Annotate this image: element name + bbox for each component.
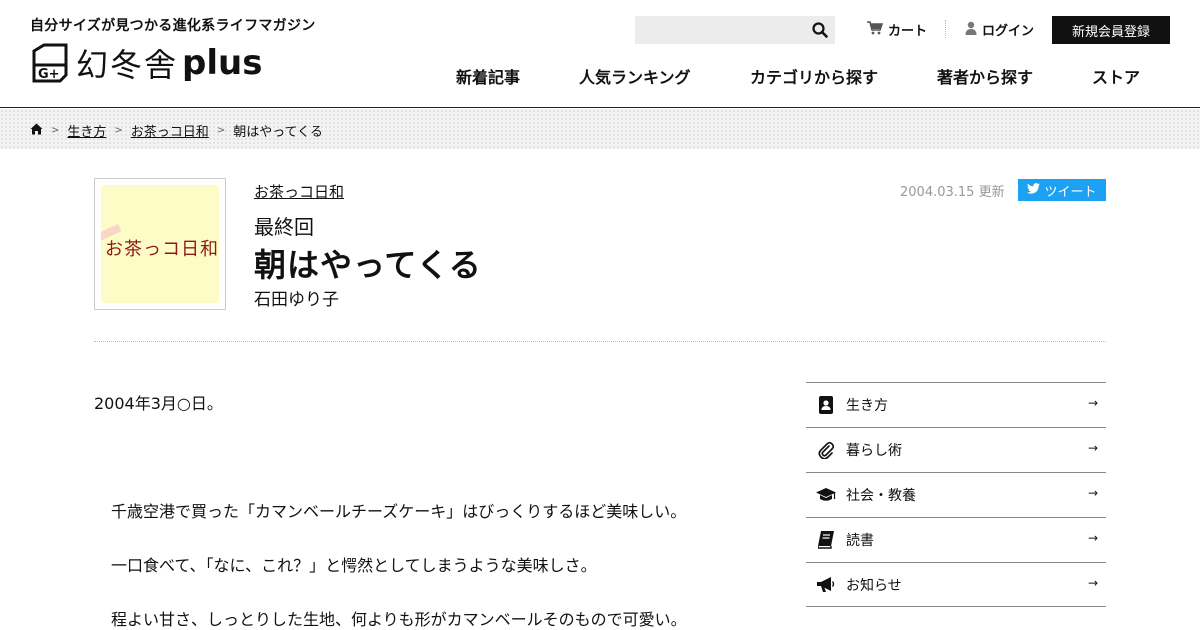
login-label: ログイン (982, 24, 1035, 39)
chevron-right-icon: > (114, 125, 123, 136)
cart-label: カート (888, 24, 928, 39)
thumbnail-image: お茶っコ日和 (101, 185, 219, 303)
graduation-cap-icon (816, 485, 836, 505)
sidebar-item-label: お知らせ (846, 577, 902, 594)
search-icon[interactable] (811, 21, 829, 39)
nav-ranking[interactable]: 人気ランキング (579, 64, 691, 88)
contact-book-icon (816, 395, 836, 415)
global-nav: 新着記事 人気ランキング カテゴリから探す 著者から探す ストア (0, 64, 1200, 88)
breadcrumb: > 生き方 > お茶っコ日和 > 朝はやってくる (30, 121, 323, 140)
nav-categories[interactable]: カテゴリから探す (750, 64, 878, 88)
nav-new-articles[interactable]: 新着記事 (456, 64, 520, 88)
util-divider (945, 20, 946, 38)
episode-label: 最終回 (254, 215, 314, 239)
search-input[interactable] (635, 16, 805, 44)
book-icon (816, 530, 836, 550)
home-icon[interactable] (30, 123, 43, 139)
sidebar-item-oshirase[interactable]: お知らせ → (806, 562, 1106, 607)
site-tagline: 自分サイズが見つかる進化系ライフマガジン (30, 18, 316, 34)
article-paragraph: 千歳空港で買った「カマンベールチーズケーキ」はびっくりするほど美味しい。 (111, 502, 687, 521)
tweet-label: ツイート (1044, 184, 1097, 200)
paperclip-icon (816, 440, 836, 460)
sidebar-item-label: 生き方 (846, 398, 888, 414)
arrow-right-icon: → (1087, 441, 1098, 455)
twitter-bird-icon (1027, 182, 1041, 198)
megaphone-icon (816, 575, 836, 595)
sidebar-item-ikikata[interactable]: 生き方 → (806, 382, 1106, 427)
series-link[interactable]: お茶っコ日和 (254, 181, 344, 202)
sidebar-item-label: 読書 (846, 533, 874, 549)
nav-authors[interactable]: 著者から探す (937, 64, 1033, 88)
updated-date: 2004.03.15 更新 (900, 185, 1005, 200)
sidebar-item-label: 暮らし術 (846, 443, 902, 459)
search-box (635, 16, 835, 44)
article-title: 朝はやってくる (254, 246, 482, 284)
site-header: 自分サイズが見つかる進化系ライフマガジン G+ 幻冬舎 plus カート ログイ… (0, 0, 1200, 108)
arrow-right-icon: → (1087, 396, 1098, 410)
user-icon (965, 21, 977, 39)
breadcrumb-current: 朝はやってくる (233, 125, 323, 140)
sidebar-item-kurashi[interactable]: 暮らし術 → (806, 427, 1106, 472)
article-date-line: 2004年3月○日。 (94, 394, 223, 413)
article-paragraph: 一口食べて、「なに、これ？」と愕然としてしまうような美味しさ。 (111, 556, 597, 575)
arrow-right-icon: → (1087, 486, 1098, 500)
arrow-right-icon: → (1087, 576, 1098, 590)
sidebar-item-shakai[interactable]: 社会・教養 → (806, 472, 1106, 517)
series-thumbnail[interactable]: お茶っコ日和 (94, 178, 226, 310)
category-menu: 生き方 → 暮らし術 → 社会・教養 → 読書 → お知らせ → (806, 382, 1106, 607)
tweet-button[interactable]: ツイート (1018, 179, 1106, 201)
thumbnail-title: お茶っコ日和 (105, 239, 219, 260)
arrow-right-icon: → (1087, 531, 1098, 545)
breadcrumb-bar: > 生き方 > お茶っコ日和 > 朝はやってくる (0, 109, 1200, 149)
register-button[interactable]: 新規会員登録 (1052, 16, 1170, 44)
breadcrumb-item-series[interactable]: お茶っコ日和 (131, 121, 209, 140)
cart-link[interactable]: カート (867, 20, 927, 39)
login-link[interactable]: ログイン (965, 20, 1034, 39)
sidebar-item-label: 社会・教養 (846, 488, 916, 504)
chevron-right-icon: > (51, 125, 60, 136)
chevron-right-icon: > (216, 125, 226, 136)
head-divider (94, 341, 1106, 342)
sidebar-item-dokusho[interactable]: 読書 → (806, 517, 1106, 562)
cart-icon (867, 20, 884, 39)
breadcrumb-item-ikikata[interactable]: 生き方 (67, 121, 106, 140)
nav-store[interactable]: ストア (1092, 64, 1140, 88)
article-author: 石田ゆり子 (254, 290, 339, 310)
article-paragraph: 程よい甘さ、しっとりした生地、何よりも形がカマンベールそのもので可愛い。 (111, 610, 687, 629)
